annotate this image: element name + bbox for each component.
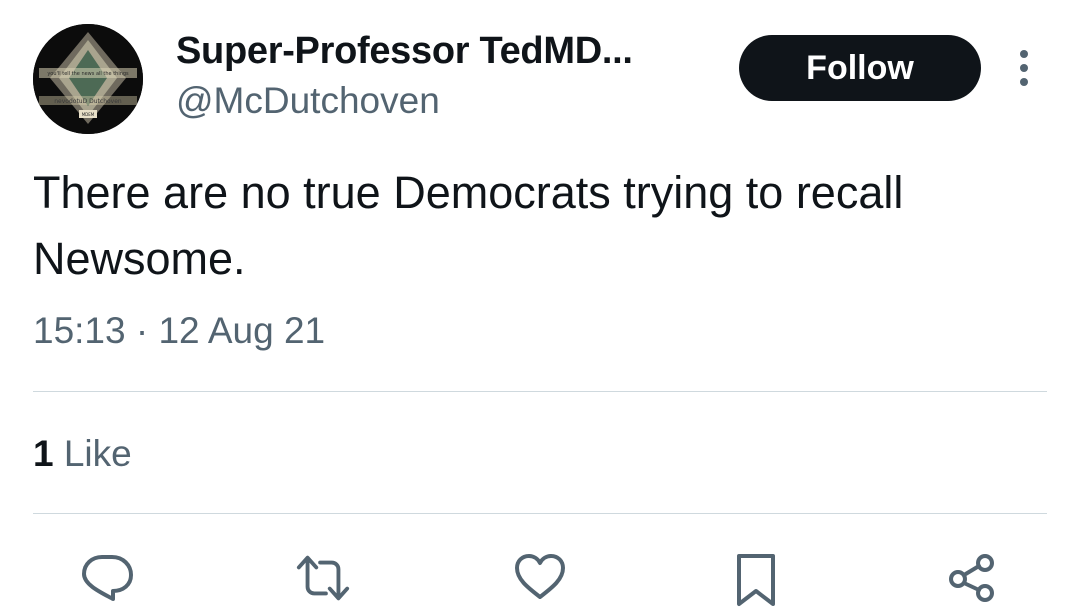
like-icon xyxy=(515,554,565,599)
divider xyxy=(33,391,1047,392)
bookmark-icon xyxy=(737,554,775,606)
likes-summary[interactable]: 1 Like xyxy=(33,433,132,475)
share-button[interactable] xyxy=(944,553,1000,607)
bookmark-button[interactable] xyxy=(728,553,784,607)
like-button[interactable] xyxy=(512,553,568,607)
divider xyxy=(33,513,1047,514)
reply-icon xyxy=(82,555,133,601)
share-icon xyxy=(949,554,994,602)
avatar-text-mid: nevodotuD Dutchoven xyxy=(54,98,122,105)
more-options-button[interactable] xyxy=(1008,48,1040,88)
reply-button[interactable] xyxy=(79,553,135,607)
avatar[interactable]: you'll tell the news all the things nevo… xyxy=(33,24,143,134)
retweet-icon xyxy=(296,555,350,601)
more-vertical-icon xyxy=(1020,50,1028,86)
likes-count: 1 xyxy=(33,433,54,474)
avatar-text-badge: MDEM xyxy=(82,112,95,117)
tweet-timestamp[interactable]: 15:13 · 12 Aug 21 xyxy=(33,310,325,352)
tweet-text: There are no true Democrats trying to re… xyxy=(33,167,904,284)
display-name[interactable]: Super-Professor TedMD... xyxy=(176,30,633,73)
avatar-image: you'll tell the news all the things nevo… xyxy=(33,24,143,134)
avatar-text-top: you'll tell the news all the things xyxy=(47,71,129,77)
user-handle[interactable]: @McDutchoven xyxy=(176,80,440,122)
likes-label: Like xyxy=(63,433,132,474)
follow-button[interactable]: Follow xyxy=(739,35,981,101)
retweet-button[interactable] xyxy=(295,553,351,607)
